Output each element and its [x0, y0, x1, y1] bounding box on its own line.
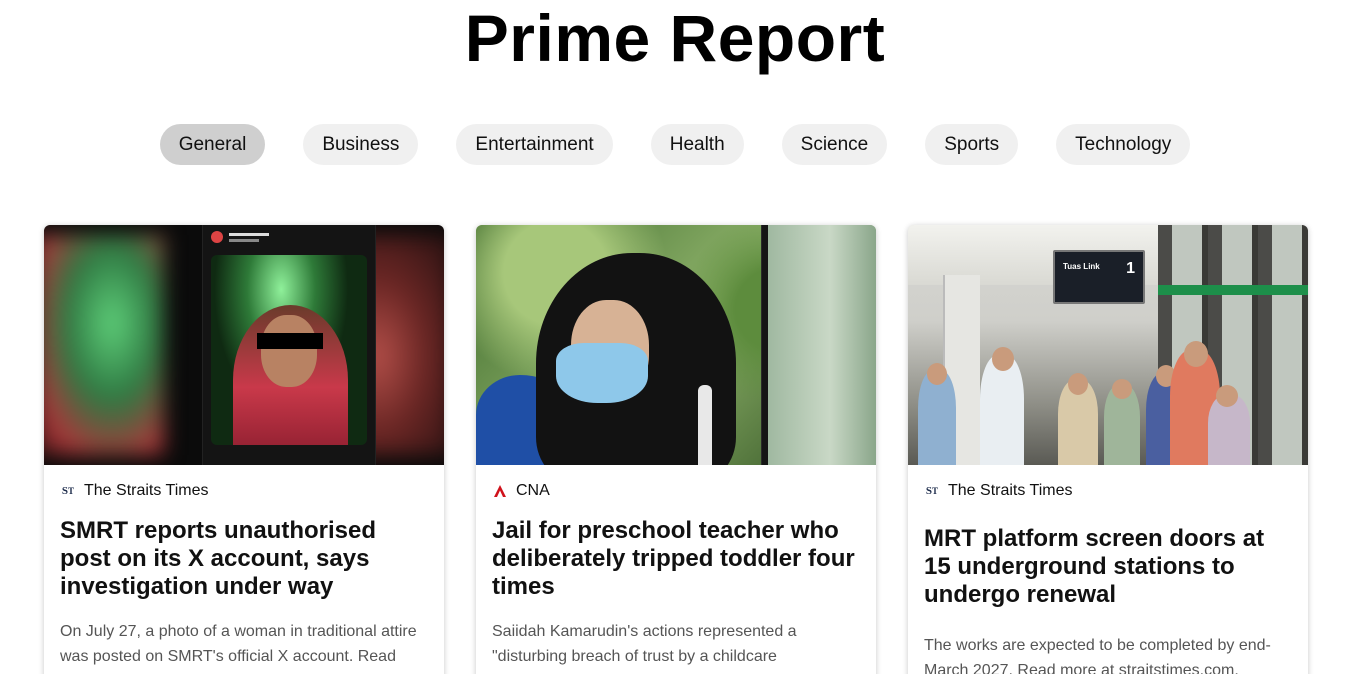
blurred-background-left [44, 235, 164, 455]
face-mask [556, 343, 648, 403]
profile-icon [211, 231, 223, 243]
commuters [908, 325, 1308, 465]
article-description: The works are expected to be completed b… [924, 637, 1271, 674]
straits-times-logo-icon: ST [925, 485, 939, 497]
category-health[interactable]: Health [650, 124, 744, 165]
category-science[interactable]: Science [781, 124, 888, 165]
card-body: CNA Jail for preschool teacher who delib… [476, 465, 876, 674]
article-description: On July 27, a photo of a woman in tradit… [60, 623, 422, 674]
article-image[interactable] [476, 225, 876, 465]
article-image[interactable]: Tuas Link 1 [908, 225, 1308, 465]
source-name: CNA [516, 482, 550, 499]
article-image[interactable] [44, 225, 444, 465]
platform-display-sign: Tuas Link 1 [1053, 250, 1145, 304]
face-shape [261, 315, 317, 387]
straits-times-logo-icon: ST [61, 485, 75, 497]
article-description: Saiidah Kamarudin's actions represented … [492, 623, 837, 674]
page: Prime Report General Business Entertainm… [0, 0, 1350, 674]
commuter-head [1184, 341, 1208, 367]
article-grid: ST The Straits Times SMRT reports unauth… [44, 225, 1308, 674]
commuter-head [1216, 385, 1238, 407]
article-source: CNA [492, 481, 860, 501]
phone-screenshot [202, 225, 376, 465]
card-body: ST The Straits Times SMRT reports unauth… [44, 465, 444, 674]
bag-strap [698, 385, 712, 465]
article-source: ST The Straits Times [924, 481, 1292, 501]
category-business[interactable]: Business [303, 124, 419, 165]
glass-panel [761, 225, 876, 465]
category-sports[interactable]: Sports [925, 124, 1019, 165]
post-photo [211, 255, 367, 445]
text-line [229, 233, 269, 236]
text-line [229, 239, 259, 242]
door-frame [762, 225, 768, 465]
category-general[interactable]: General [159, 124, 266, 165]
censor-bar [257, 333, 323, 349]
category-technology[interactable]: Technology [1056, 124, 1191, 165]
post-header [211, 231, 361, 247]
article-card[interactable]: ST The Straits Times SMRT reports unauth… [44, 225, 444, 674]
commuter-head [927, 363, 947, 385]
source-name: The Straits Times [948, 482, 1073, 499]
category-entertainment[interactable]: Entertainment [456, 124, 613, 165]
commuter [980, 355, 1024, 465]
card-body: ST The Straits Times MRT platform screen… [908, 465, 1308, 674]
article-title[interactable]: MRT platform screen doors at 15 undergro… [924, 525, 1292, 609]
sign-minutes: 1 [1126, 260, 1135, 277]
sign-destination: Tuas Link [1063, 262, 1100, 271]
green-signage-strip [1158, 285, 1308, 295]
commuter-head [1112, 379, 1132, 399]
site-title: Prime Report [464, 1, 886, 75]
category-nav: General Business Entertainment Health Sc… [0, 124, 1350, 165]
article-title[interactable]: SMRT reports unauthorised post on its X … [60, 517, 428, 601]
commuter-head [1068, 373, 1088, 395]
source-name: The Straits Times [84, 482, 209, 499]
cna-logo-icon [492, 483, 508, 499]
article-source: ST The Straits Times [60, 481, 428, 501]
article-card[interactable]: CNA Jail for preschool teacher who delib… [476, 225, 876, 674]
article-card[interactable]: Tuas Link 1 S T The Straits Times MRT pl… [908, 225, 1308, 674]
article-title[interactable]: Jail for preschool teacher who deliberat… [492, 517, 860, 601]
commuter-head [992, 347, 1014, 371]
